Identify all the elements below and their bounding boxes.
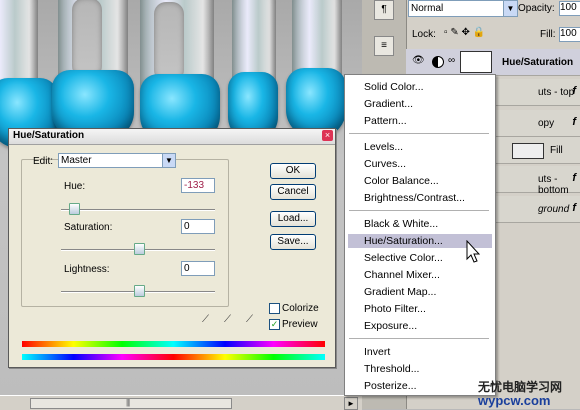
layer-fx-icon: f: [572, 116, 576, 128]
edit-select[interactable]: Master ▼: [58, 153, 176, 168]
fill-layer-thumbnail: [512, 143, 544, 159]
menu-item-hue-saturation[interactable]: Hue/Saturation...: [364, 235, 443, 247]
dialog-titlebar[interactable]: Hue/Saturation ×: [9, 129, 335, 145]
chevron-down-icon: ▼: [503, 1, 517, 16]
hue-label: Hue:: [64, 181, 86, 192]
blend-mode-select[interactable]: Normal ▼: [408, 0, 518, 17]
hue-slider-track[interactable]: [61, 209, 215, 211]
layer-name: Fill: [550, 145, 563, 156]
watermark-url: wypcw.com: [478, 393, 551, 408]
saturation-slider-handle[interactable]: [134, 243, 145, 255]
menu-item-exposure[interactable]: Exposure...: [364, 320, 417, 332]
close-icon[interactable]: ×: [322, 130, 333, 141]
menu-item-photo-filter[interactable]: Photo Filter...: [364, 303, 426, 315]
layer-mask-thumbnail: [460, 51, 492, 73]
paragraph-icon[interactable]: ¶: [374, 0, 394, 20]
layer-row[interactable]: 👁 ∞ Hue/Saturation: [406, 49, 580, 76]
menu-item-gradient[interactable]: Gradient...: [364, 98, 413, 110]
saturation-input[interactable]: 0: [181, 219, 215, 234]
lock-icons[interactable]: ▫ ✎ ✥ 🔒: [444, 27, 485, 38]
hue-slider-handle[interactable]: [69, 203, 80, 215]
layer-name: uts - top: [538, 87, 575, 98]
horizontal-scrollbar[interactable]: ||| ►: [0, 395, 362, 410]
hue-input[interactable]: -133: [181, 178, 215, 193]
load-button[interactable]: Load...: [270, 211, 316, 227]
chevron-down-icon: ▼: [162, 154, 175, 167]
mouse-cursor-icon: [466, 240, 480, 263]
edit-select-value: Master: [61, 155, 92, 166]
eyedropper-icon[interactable]: ⟋: [202, 314, 212, 326]
menu-item-posterize[interactable]: Posterize...: [364, 380, 417, 392]
preview-label: Preview: [282, 319, 318, 330]
lightness-slider-handle[interactable]: [134, 285, 145, 297]
fill-input[interactable]: 100: [559, 27, 580, 42]
lightness-label: Lightness:: [64, 264, 110, 275]
eye-icon[interactable]: 👁: [412, 55, 425, 66]
blend-mode-value: Normal: [411, 3, 444, 14]
eyedropper-minus-icon[interactable]: ⟋: [246, 314, 256, 326]
menu-item-pattern[interactable]: Pattern...: [364, 115, 407, 127]
save-button[interactable]: Save...: [270, 234, 316, 250]
link-icon: ∞: [448, 55, 456, 66]
cancel-button[interactable]: Cancel: [270, 184, 316, 200]
menu-item-gradient-map[interactable]: Gradient Map...: [364, 286, 436, 298]
menu-item-black-white[interactable]: Black & White...: [364, 218, 438, 230]
layer-name: Hue/Saturation: [502, 57, 574, 68]
lightness-input[interactable]: 0: [181, 261, 215, 276]
hue-saturation-dialog: Hue/Saturation × Edit: Master ▼ Hue: -13…: [8, 128, 336, 368]
menu-item-selective-color[interactable]: Selective Color...: [364, 252, 443, 264]
opacity-label: Opacity:: [518, 3, 555, 14]
menu-item-curves[interactable]: Curves...: [364, 158, 406, 170]
menu-item-levels[interactable]: Levels...: [364, 141, 403, 153]
lock-label: Lock:: [412, 29, 436, 40]
preview-checkbox[interactable]: ✓: [269, 319, 280, 330]
colorize-label: Colorize: [282, 303, 319, 314]
menu-separator: [349, 133, 489, 134]
layer-name: opy: [538, 118, 555, 129]
menu-item-solid-color[interactable]: Solid Color...: [364, 81, 424, 93]
menu-separator: [349, 338, 489, 339]
edit-label: Edit:: [33, 156, 54, 167]
layer-fx-icon: f: [572, 85, 576, 97]
menu-item-invert[interactable]: Invert: [364, 346, 390, 358]
menu-item-threshold[interactable]: Threshold...: [364, 363, 419, 375]
scroll-right-arrow-icon[interactable]: ►: [344, 397, 358, 410]
adjustment-layer-menu: Solid Color... Gradient... Pattern... Le…: [344, 74, 496, 396]
hue-spectrum-bottom: [22, 354, 325, 360]
ok-button[interactable]: OK: [270, 163, 316, 179]
notes-icon[interactable]: ≡: [374, 36, 394, 56]
menu-item-brightness-contrast[interactable]: Brightness/Contrast...: [364, 192, 465, 204]
opacity-input[interactable]: 100: [559, 1, 580, 16]
layer-fx-icon: f: [572, 202, 576, 214]
menu-item-color-balance[interactable]: Color Balance...: [364, 175, 439, 187]
saturation-label: Saturation:: [64, 222, 113, 233]
adjustment-layer-icon: [432, 56, 444, 68]
layer-fx-icon: f: [572, 172, 576, 184]
layer-name: ground: [538, 204, 570, 215]
hue-spectrum-top: [22, 341, 325, 347]
colorize-checkbox[interactable]: [269, 303, 280, 314]
scrollbar-thumb[interactable]: |||: [30, 398, 232, 409]
dialog-title: Hue/Saturation: [13, 130, 85, 141]
menu-separator: [349, 210, 489, 211]
eyedropper-plus-icon[interactable]: ⟋: [224, 314, 234, 326]
fill-label: Fill:: [540, 29, 556, 40]
menu-item-channel-mixer[interactable]: Channel Mixer...: [364, 269, 440, 281]
